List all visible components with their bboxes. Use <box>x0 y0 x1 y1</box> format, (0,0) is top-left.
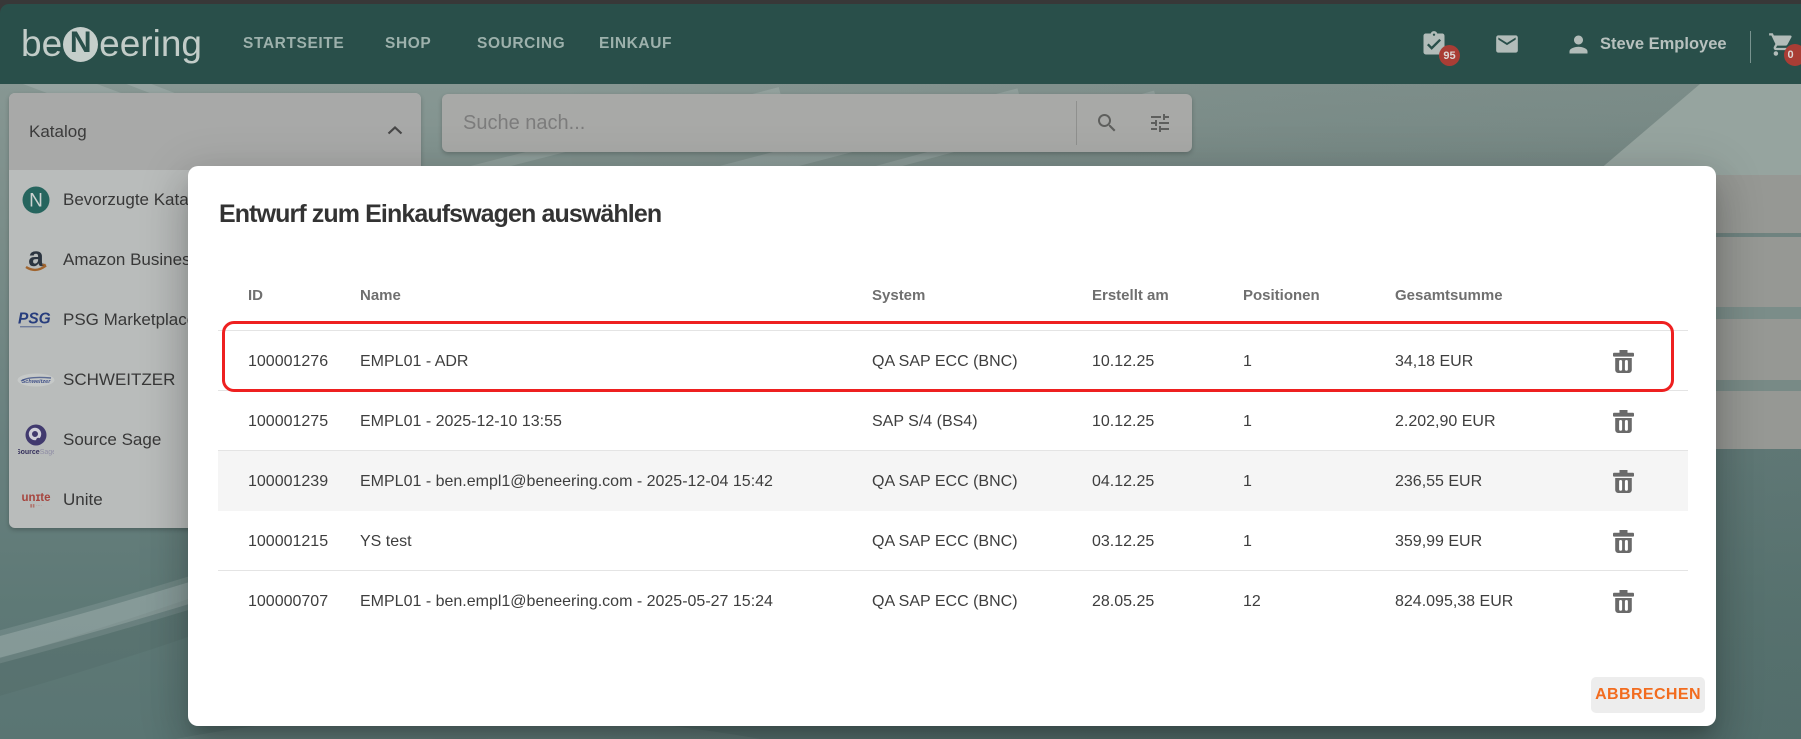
svg-text:SourceSage: SourceSage <box>18 449 54 456</box>
svg-text:Schweitzer: Schweitzer <box>22 379 52 385</box>
svg-text:N: N <box>29 191 43 212</box>
svg-text:PSG: PSG <box>18 311 51 328</box>
svg-text:▮▮ ····: ▮▮ ···· <box>30 503 42 508</box>
